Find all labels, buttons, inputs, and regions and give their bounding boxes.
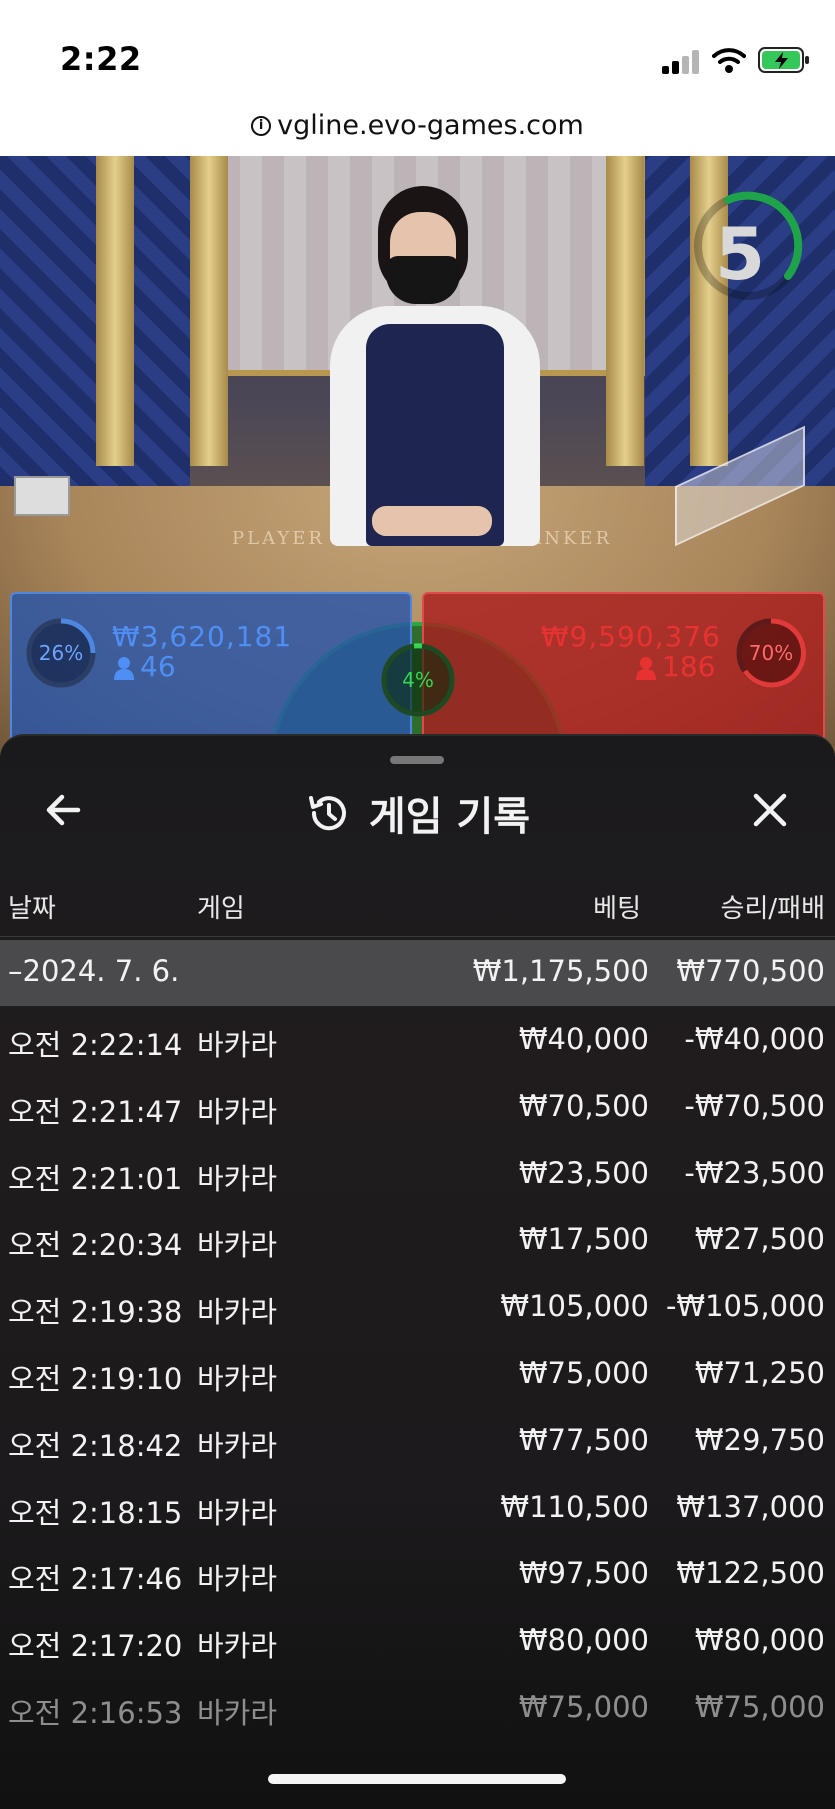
- row-game: 바카라: [197, 1562, 278, 1597]
- history-row[interactable]: 오전 2:16:53 바카라 ₩75,000 ₩75,000: [0, 1674, 835, 1741]
- column-header-date[interactable]: 날짜: [8, 888, 56, 925]
- row-time: 오전 2:18:42: [8, 1428, 183, 1463]
- row-bet: ₩75,000: [518, 1355, 649, 1390]
- player-amount: ₩3,620,181: [112, 620, 293, 653]
- address-bar[interactable]: i vgline.evo-games.com: [0, 100, 835, 156]
- row-game: 바카라: [197, 1361, 278, 1396]
- column-header-win-loss[interactable]: 승리/패배: [721, 888, 825, 925]
- row-game: 바카라: [197, 1295, 278, 1330]
- history-list: 오전 2:22:14 바카라 ₩40,000 -₩40,000 오전 2:21:…: [0, 1006, 835, 1741]
- row-bet: ₩23,500: [518, 1155, 649, 1190]
- user-icon: [114, 657, 134, 680]
- banker-amount: ₩9,590,376: [540, 620, 721, 653]
- info-icon[interactable]: i: [251, 115, 272, 136]
- history-row[interactable]: 오전 2:17:46 바카라 ₩97,500 ₩122,500: [0, 1540, 835, 1607]
- row-bet: ₩97,500: [518, 1556, 649, 1591]
- row-result: -₩105,000: [665, 1289, 825, 1324]
- row-time: 오전 2:20:34: [8, 1228, 183, 1263]
- row-result: ₩122,500: [676, 1556, 825, 1591]
- felt-label-player: PLAYER: [232, 528, 325, 549]
- row-game: 바카라: [197, 1629, 278, 1664]
- history-row[interactable]: 오전 2:19:10 바카라 ₩75,000 ₩71,250: [0, 1340, 835, 1407]
- row-result: ₩137,000: [676, 1489, 825, 1524]
- row-bet: ₩17,500: [518, 1222, 649, 1257]
- sheet-drag-handle[interactable]: [390, 756, 444, 764]
- url-text: vgline.evo-games.com: [277, 110, 584, 141]
- player-count: 46: [140, 650, 176, 683]
- column-header-game[interactable]: 게임: [197, 888, 245, 925]
- row-time: 오전 2:18:15: [8, 1495, 183, 1530]
- banker-count: 186: [662, 650, 716, 683]
- row-bet: ₩70,500: [518, 1088, 649, 1123]
- row-result: -₩23,500: [684, 1155, 825, 1190]
- row-game: 바카라: [197, 1161, 278, 1196]
- page-title: 게임 기록: [368, 794, 531, 840]
- status-bar: 2:22: [0, 0, 835, 100]
- day-result-total: ₩770,500: [676, 954, 825, 988]
- row-result: -₩70,500: [684, 1088, 825, 1123]
- row-time: 오전 2:16:53: [8, 1695, 183, 1730]
- row-result: ₩27,500: [694, 1222, 825, 1257]
- row-bet: ₩105,000: [500, 1289, 649, 1324]
- row-time: 오전 2:21:01: [8, 1161, 183, 1196]
- row-time: 오전 2:19:10: [8, 1361, 183, 1396]
- history-row[interactable]: 오전 2:22:14 바카라 ₩40,000 -₩40,000: [0, 1006, 835, 1073]
- cellular-signal-icon: [662, 50, 699, 74]
- row-bet: ₩75,000: [518, 1689, 649, 1724]
- row-time: 오전 2:17:46: [8, 1562, 183, 1597]
- wifi-icon: [712, 48, 746, 73]
- day-summary-row[interactable]: –2024. 7. 6. ₩1,175,500 ₩770,500: [0, 940, 835, 1006]
- row-game: 바카라: [197, 1695, 278, 1730]
- row-bet: ₩40,000: [518, 1022, 649, 1056]
- row-game: 바카라: [197, 1028, 278, 1062]
- day-date: –2024. 7. 6.: [8, 954, 180, 988]
- history-row[interactable]: 오전 2:17:20 바카라 ₩80,000 ₩80,000: [0, 1607, 835, 1674]
- row-game: 바카라: [197, 1428, 278, 1463]
- history-row[interactable]: 오전 2:18:15 바카라 ₩110,500 ₩137,000: [0, 1474, 835, 1541]
- row-bet: ₩77,500: [518, 1422, 649, 1457]
- column-header-bet[interactable]: 베팅: [593, 888, 641, 925]
- history-row[interactable]: 오전 2:20:34 바카라 ₩17,500 ₩27,500: [0, 1206, 835, 1273]
- row-game: 바카라: [197, 1094, 278, 1129]
- row-result: -₩40,000: [684, 1022, 825, 1056]
- row-time: 오전 2:17:20: [8, 1629, 183, 1664]
- game-history-sheet: 게임 기록 날짜 게임 베팅 승리/패배 –2024. 7. 6. ₩1,175…: [0, 734, 835, 1809]
- row-result: ₩75,000: [694, 1689, 825, 1724]
- row-game: 바카라: [197, 1495, 278, 1530]
- row-time: 오전 2:21:47: [8, 1094, 183, 1129]
- user-icon: [636, 657, 656, 680]
- row-result: ₩29,750: [694, 1422, 825, 1457]
- history-row[interactable]: 오전 2:21:01 바카라 ₩23,500 -₩23,500: [0, 1140, 835, 1207]
- row-time: 오전 2:22:14: [8, 1028, 183, 1062]
- row-time: 오전 2:19:38: [8, 1295, 183, 1330]
- history-row[interactable]: 오전 2:21:47 바카라 ₩70,500 -₩70,500: [0, 1073, 835, 1140]
- battery-charging-icon: [758, 47, 809, 73]
- history-row[interactable]: 오전 2:19:38 바카라 ₩105,000 -₩105,000: [0, 1273, 835, 1340]
- countdown-timer: 5: [714, 212, 766, 296]
- row-bet: ₩110,500: [500, 1489, 649, 1524]
- close-icon[interactable]: [744, 784, 796, 836]
- history-row[interactable]: 오전 2:18:42 바카라 ₩77,500 ₩29,750: [0, 1407, 835, 1474]
- header-divider: [0, 936, 835, 937]
- status-time: 2:22: [60, 40, 142, 78]
- row-bet: ₩80,000: [518, 1623, 649, 1658]
- banker-percent: 70%: [748, 641, 794, 665]
- row-result: ₩80,000: [694, 1623, 825, 1658]
- player-percent: 26%: [38, 641, 84, 665]
- row-result: ₩71,250: [694, 1355, 825, 1390]
- card-stack: [14, 476, 70, 516]
- day-bet-total: ₩1,175,500: [472, 954, 649, 988]
- sheet-header: 게임 기록: [0, 784, 835, 842]
- home-indicator[interactable]: [268, 1774, 566, 1784]
- tie-percent: 4%: [402, 668, 434, 692]
- row-game: 바카라: [197, 1228, 278, 1263]
- history-icon: [308, 796, 346, 831]
